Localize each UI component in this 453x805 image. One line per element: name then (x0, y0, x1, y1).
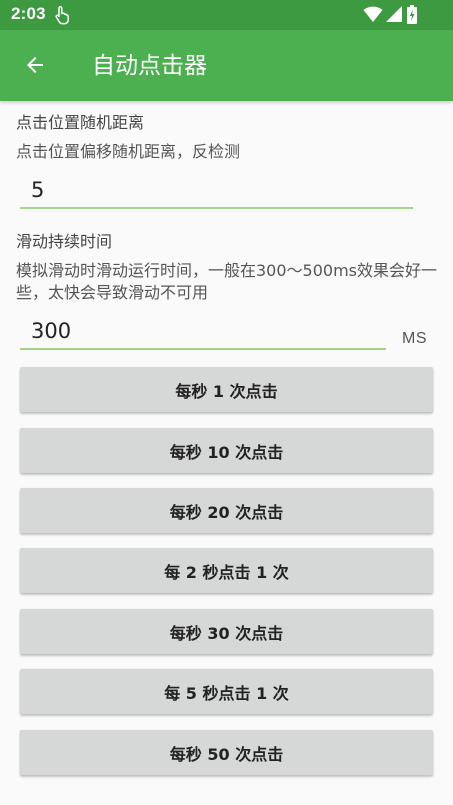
random-distance-input[interactable] (20, 173, 413, 209)
click-rate-button[interactable]: 每秒 50 次点击 (20, 730, 433, 775)
status-bar: 2:03 (0, 0, 453, 30)
back-button[interactable] (10, 40, 60, 90)
touch-icon (54, 5, 70, 25)
random-distance-description: 点击位置偏移随机距离，反检测 (16, 142, 241, 161)
signal-icon (386, 6, 402, 22)
arrow-back-icon (27, 57, 43, 73)
unit-label: MS (402, 330, 427, 347)
battery-icon (407, 5, 417, 24)
click-rate-button[interactable]: 每秒 10 次点击 (20, 428, 433, 473)
click-rate-button[interactable]: 每 2 秒点击 1 次 (20, 548, 433, 593)
app-bar: 自动点击器 (0, 30, 453, 101)
page-title: 自动点击器 (92, 53, 207, 79)
click-rate-button[interactable]: 每秒 1 次点击 (20, 367, 433, 412)
click-rate-button[interactable]: 每秒 20 次点击 (20, 488, 433, 533)
swipe-duration-input[interactable] (20, 314, 386, 350)
status-time: 2:03 (11, 4, 46, 23)
click-rate-button[interactable]: 每秒 30 次点击 (20, 609, 433, 654)
wifi-icon (363, 6, 383, 23)
swipe-duration-description: 模拟滑动时滑动运行时间，一般在300～500ms效果会好一些，太快会导致滑动不可… (16, 261, 438, 302)
click-rate-button[interactable]: 每 5 秒点击 1 次 (20, 669, 433, 714)
random-distance-title: 点击位置随机距离 (16, 113, 145, 132)
swipe-duration-title: 滑动持续时间 (16, 232, 113, 251)
status-icons (363, 5, 423, 25)
